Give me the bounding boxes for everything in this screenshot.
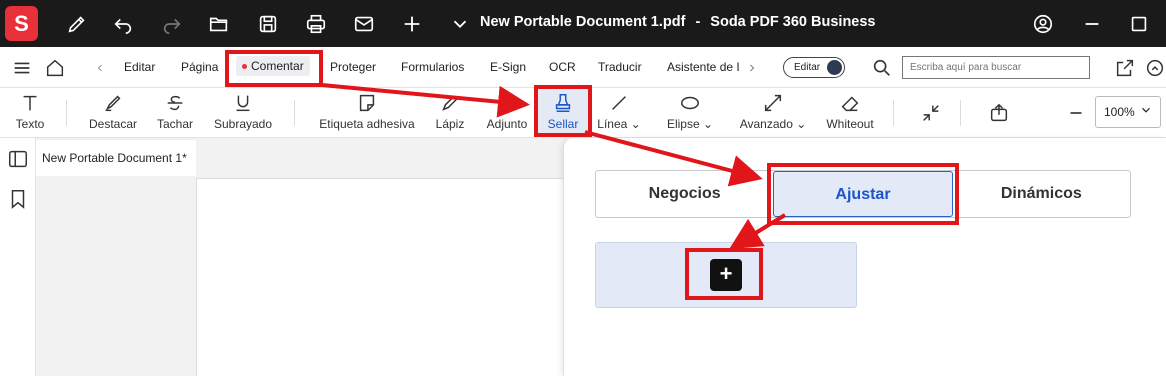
- menu-ocr[interactable]: OCR: [549, 60, 576, 74]
- highlighter-icon: [105, 95, 121, 112]
- menu-formularios[interactable]: Formularios: [401, 60, 464, 74]
- zoom-out-icon[interactable]: [1061, 98, 1091, 128]
- menu-proteger[interactable]: Proteger: [330, 60, 376, 74]
- tab-dinamicos[interactable]: Dinámicos: [953, 171, 1130, 217]
- menu-esign[interactable]: E-Sign: [490, 60, 526, 74]
- export-icon[interactable]: [984, 98, 1014, 128]
- text-icon: [23, 95, 37, 111]
- line-icon: [612, 96, 626, 110]
- tool-etiqueta-label: Etiqueta adhesiva: [319, 117, 415, 131]
- collapse-ribbon-icon[interactable]: [1140, 53, 1166, 83]
- highlight-comentar: [225, 50, 323, 87]
- tool-lapiz[interactable]: Lápiz: [430, 88, 470, 138]
- zoom-value: 100%: [1104, 105, 1135, 119]
- chevron-right-icon[interactable]: [737, 53, 767, 83]
- highlight-add-button: [685, 248, 763, 300]
- tab-negocios[interactable]: Negocios: [596, 171, 773, 217]
- app-logo[interactable]: S: [5, 6, 38, 41]
- chevron-down-icon: [1139, 103, 1153, 120]
- paperclip-icon: [500, 93, 516, 111]
- window-title: New Portable Document 1.pdf - Soda PDF 360…: [480, 14, 1020, 30]
- pencil-icon: [442, 95, 458, 111]
- home-icon[interactable]: [40, 53, 70, 83]
- left-rail: [0, 138, 36, 376]
- save-icon[interactable]: [253, 9, 283, 39]
- tool-texto-label: Texto: [15, 117, 45, 131]
- tool-etiqueta-adhesiva[interactable]: Etiqueta adhesiva: [314, 88, 420, 138]
- tool-divider: [893, 100, 894, 126]
- chevron-left-icon[interactable]: [85, 53, 115, 83]
- toggle-knob: [827, 60, 842, 75]
- soda-pdf-window: S New Portable Document 1.pdf - Soda PDF…: [0, 0, 1166, 376]
- edit-mode-toggle[interactable]: Editar: [783, 57, 845, 78]
- tool-linea[interactable]: Línea ⌄: [594, 88, 644, 138]
- tool-tachar[interactable]: Tachar: [152, 88, 198, 138]
- tool-adjunto[interactable]: Adjunto: [482, 88, 532, 138]
- tool-whiteout[interactable]: Whiteout: [822, 88, 878, 138]
- panel-toggle-icon[interactable]: [7, 148, 29, 170]
- search-input[interactable]: [902, 56, 1090, 79]
- tool-divider: [66, 100, 67, 126]
- redo-icon[interactable]: [157, 9, 187, 39]
- pen-icon[interactable]: [62, 9, 92, 39]
- tool-whiteout-label: Whiteout: [826, 117, 874, 131]
- title-bar: S New Portable Document 1.pdf - Soda PDF…: [0, 0, 1166, 47]
- account-icon[interactable]: [1028, 9, 1058, 39]
- sticky-note-icon: [359, 94, 375, 112]
- document-tab[interactable]: New Portable Document 1*: [36, 140, 196, 176]
- zoom-select[interactable]: 100%: [1095, 96, 1161, 128]
- tool-avanzado[interactable]: Avanzado ⌄: [730, 88, 816, 138]
- edit-toggle-label: Editar: [794, 62, 821, 73]
- tool-divider: [294, 100, 295, 126]
- share-icon[interactable]: [1110, 53, 1140, 83]
- underline-icon: [236, 95, 250, 112]
- tool-texto[interactable]: Texto: [8, 88, 52, 138]
- document-name: New Portable Document 1.pdf: [480, 14, 686, 30]
- search-icon[interactable]: [867, 53, 897, 83]
- highlight-ajustar: [767, 163, 959, 225]
- tool-elipse-label: Elipse ⌄: [666, 117, 714, 131]
- title-separator: -: [695, 14, 701, 30]
- undo-icon[interactable]: [108, 9, 138, 39]
- tool-subrayado-label: Subrayado: [213, 117, 273, 131]
- hamburger-icon[interactable]: [7, 53, 37, 83]
- menu-pagina[interactable]: Página: [181, 60, 218, 74]
- tool-divider: [960, 100, 961, 126]
- strikethrough-icon: [167, 95, 183, 111]
- new-icon[interactable]: [397, 9, 427, 39]
- mail-icon[interactable]: [349, 9, 379, 39]
- chevron-down-icon[interactable]: [445, 9, 475, 39]
- pdf-page[interactable]: [196, 178, 576, 376]
- print-icon[interactable]: [301, 9, 331, 39]
- tool-lapiz-label: Lápiz: [435, 117, 465, 131]
- tool-subrayado[interactable]: Subrayado: [210, 88, 276, 138]
- compress-icon[interactable]: [916, 98, 946, 128]
- tool-avanzado-label: Avanzado ⌄: [739, 117, 807, 131]
- tool-adjunto-label: Adjunto: [486, 117, 528, 131]
- minimize-icon[interactable]: [1077, 9, 1107, 39]
- menu-asistente[interactable]: Asistente de I: [667, 60, 739, 74]
- ribbon-menu: Editar Página Comentar Proteger Formular…: [0, 47, 1166, 88]
- arrows-icon: [764, 94, 782, 112]
- tool-elipse[interactable]: Elipse ⌄: [660, 88, 720, 138]
- menu-traducir[interactable]: Traducir: [598, 60, 642, 74]
- menu-editar[interactable]: Editar: [124, 60, 155, 74]
- tool-tachar-label: Tachar: [156, 117, 194, 131]
- tool-destacar-label: Destacar: [88, 117, 138, 131]
- product-name: Soda PDF 360 Business: [710, 14, 876, 30]
- open-folder-icon[interactable]: [204, 9, 234, 39]
- tool-destacar[interactable]: Destacar: [84, 88, 142, 138]
- bookmark-icon[interactable]: [7, 188, 29, 210]
- eraser-icon: [841, 96, 859, 112]
- ellipse-icon: [681, 96, 699, 110]
- highlight-sellar: [534, 85, 592, 137]
- tool-linea-label: Línea ⌄: [597, 117, 641, 131]
- maximize-icon[interactable]: [1124, 9, 1154, 39]
